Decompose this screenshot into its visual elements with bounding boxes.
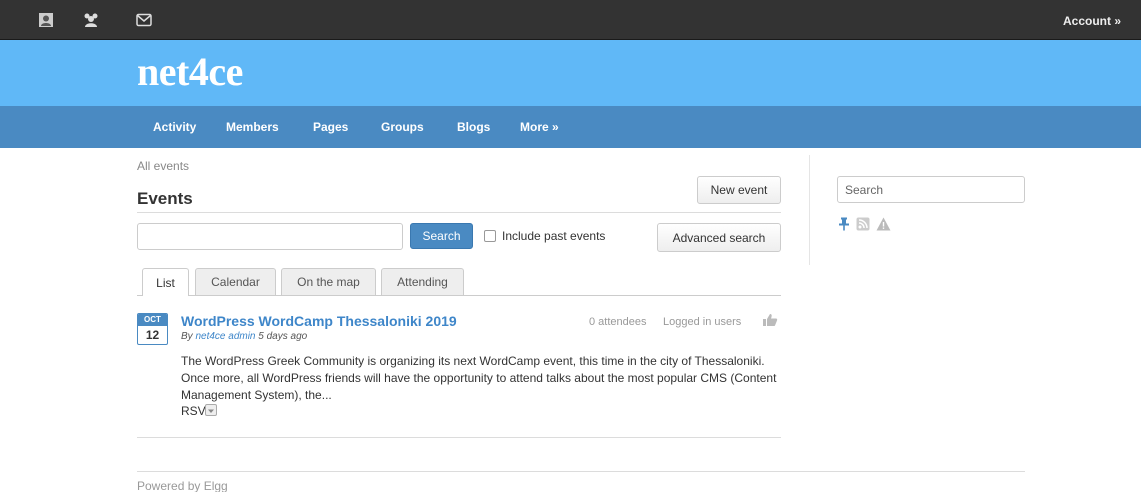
nav-item-pages[interactable]: Pages [313, 120, 348, 134]
rsvp-dropdown-icon[interactable] [205, 404, 217, 416]
site-logo[interactable]: net4ce [137, 50, 243, 94]
pin-icon[interactable] [838, 217, 850, 234]
topbar: Account » [0, 0, 1141, 40]
event-day: 12 [145, 328, 160, 342]
event-date-badge: OCT 12 [137, 313, 168, 345]
event-search-input[interactable] [137, 223, 403, 250]
site-header: net4ce [0, 40, 1141, 106]
page-title: Events [137, 189, 193, 208]
tab-attending[interactable]: Attending [381, 268, 464, 295]
byline-prefix: By [181, 331, 193, 342]
event-time-ago: 5 days ago [258, 331, 308, 342]
account-menu[interactable]: Account » [1063, 14, 1121, 28]
breadcrumb[interactable]: All events [137, 159, 189, 173]
author-link[interactable]: net4ce admin [195, 331, 255, 342]
footer-divider [137, 471, 1025, 472]
event-description: The WordPress Greek Community is organiz… [181, 354, 777, 402]
sidebar-search-input[interactable]: Search [837, 176, 1025, 203]
sidebar-icons [838, 217, 891, 234]
tab-on-the-map[interactable]: On the map [281, 268, 376, 295]
include-past-checkbox[interactable] [484, 230, 496, 242]
tabs-divider [137, 295, 781, 296]
rss-icon[interactable] [856, 217, 870, 234]
report-icon[interactable] [876, 217, 891, 234]
nav-item-blogs[interactable]: Blogs [457, 120, 490, 134]
access-level: Logged in users [663, 316, 742, 328]
event-title[interactable]: WordPress WordCamp Thessaloniki 2019 [181, 313, 457, 329]
nav-item-more[interactable]: More » [520, 120, 559, 134]
messages-icon[interactable] [135, 12, 153, 28]
sidebar-divider [809, 155, 810, 265]
nav-item-groups[interactable]: Groups [381, 120, 424, 134]
event-month: OCT [138, 314, 167, 326]
nav-item-activity[interactable]: Activity [153, 120, 196, 134]
search-button[interactable]: Search [410, 223, 473, 249]
event-byline: By net4ce admin 5 days ago [181, 331, 307, 342]
friends-icon[interactable] [82, 12, 100, 28]
advanced-search-button[interactable]: Advanced search [657, 223, 781, 252]
tab-list[interactable]: List [142, 268, 189, 296]
tab-calendar[interactable]: Calendar [195, 268, 276, 295]
main-nav: Activity Members Pages Groups Blogs More… [0, 106, 1141, 148]
nav-item-members[interactable]: Members [226, 120, 279, 134]
profile-icon[interactable] [37, 12, 55, 28]
attendee-count[interactable]: 0 attendees [589, 316, 647, 328]
include-past-label: Include past events [502, 229, 606, 243]
title-divider [137, 212, 781, 213]
footer-powered-by[interactable]: Powered by Elgg [137, 479, 228, 492]
item-divider [137, 437, 781, 438]
like-icon[interactable] [762, 313, 778, 330]
new-event-button[interactable]: New event [697, 176, 781, 204]
